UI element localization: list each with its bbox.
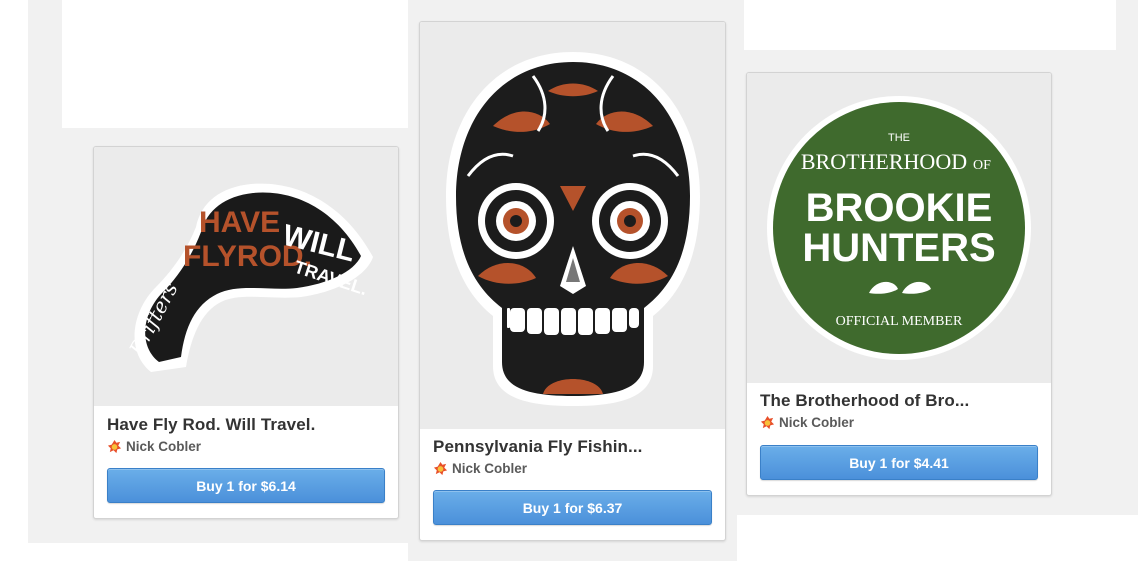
sticker-text: HUNTERS [802, 226, 995, 270]
trout-sticker-image: HAVE FLYROD. WILL TRAVEL. Drifters [124, 183, 373, 372]
product-title[interactable]: Have Fly Rod. Will Travel. [107, 415, 385, 435]
placeholder-card [62, 0, 408, 128]
sticker-text: THE [888, 132, 910, 144]
sticker-text: OFFICIAL MEMBER [836, 314, 963, 329]
seller-name[interactable]: Nick Cobler [452, 461, 527, 476]
product-title[interactable]: The Brotherhood of Bro... [760, 391, 1038, 411]
sticker-text: HAVE [199, 206, 280, 239]
product-card[interactable]: Pennsylvania Fly Fishin... Nick Cobler B… [419, 21, 726, 541]
sticker-text: OF [973, 158, 991, 173]
skull-sticker-image [445, 51, 700, 406]
seller-name[interactable]: Nick Cobler [779, 415, 854, 430]
product-image[interactable]: HAVE FLYROD. WILL TRAVEL. Drifters [94, 147, 398, 406]
seller-badge-icon [433, 461, 448, 476]
product-image[interactable]: THE BROTHERHOOD OF BROOKIE HUNTERS OFFIC… [747, 73, 1051, 383]
seller-info[interactable]: Nick Cobler [760, 415, 854, 430]
buy-button[interactable]: Buy 1 for $6.37 [433, 490, 712, 525]
seller-name[interactable]: Nick Cobler [126, 439, 201, 454]
seller-badge-icon [107, 439, 122, 454]
product-card[interactable]: HAVE FLYROD. WILL TRAVEL. Drifters Have … [93, 146, 399, 519]
seller-badge-icon [760, 415, 775, 430]
sticker-text: BROTHERHOOD [801, 149, 967, 174]
placeholder-card [744, 0, 1116, 50]
buy-button[interactable]: Buy 1 for $6.14 [107, 468, 385, 503]
seller-info[interactable]: Nick Cobler [107, 439, 201, 454]
sticker-text: BROOKIE [806, 186, 993, 230]
product-title[interactable]: Pennsylvania Fly Fishin... [433, 437, 712, 457]
buy-button[interactable]: Buy 1 for $4.41 [760, 445, 1038, 480]
product-card[interactable]: THE BROTHERHOOD OF BROOKIE HUNTERS OFFIC… [746, 72, 1052, 496]
product-image[interactable] [420, 22, 725, 429]
seller-info[interactable]: Nick Cobler [433, 461, 527, 476]
brookie-hunters-sticker-image: THE BROTHERHOOD OF BROOKIE HUNTERS OFFIC… [767, 96, 1031, 360]
